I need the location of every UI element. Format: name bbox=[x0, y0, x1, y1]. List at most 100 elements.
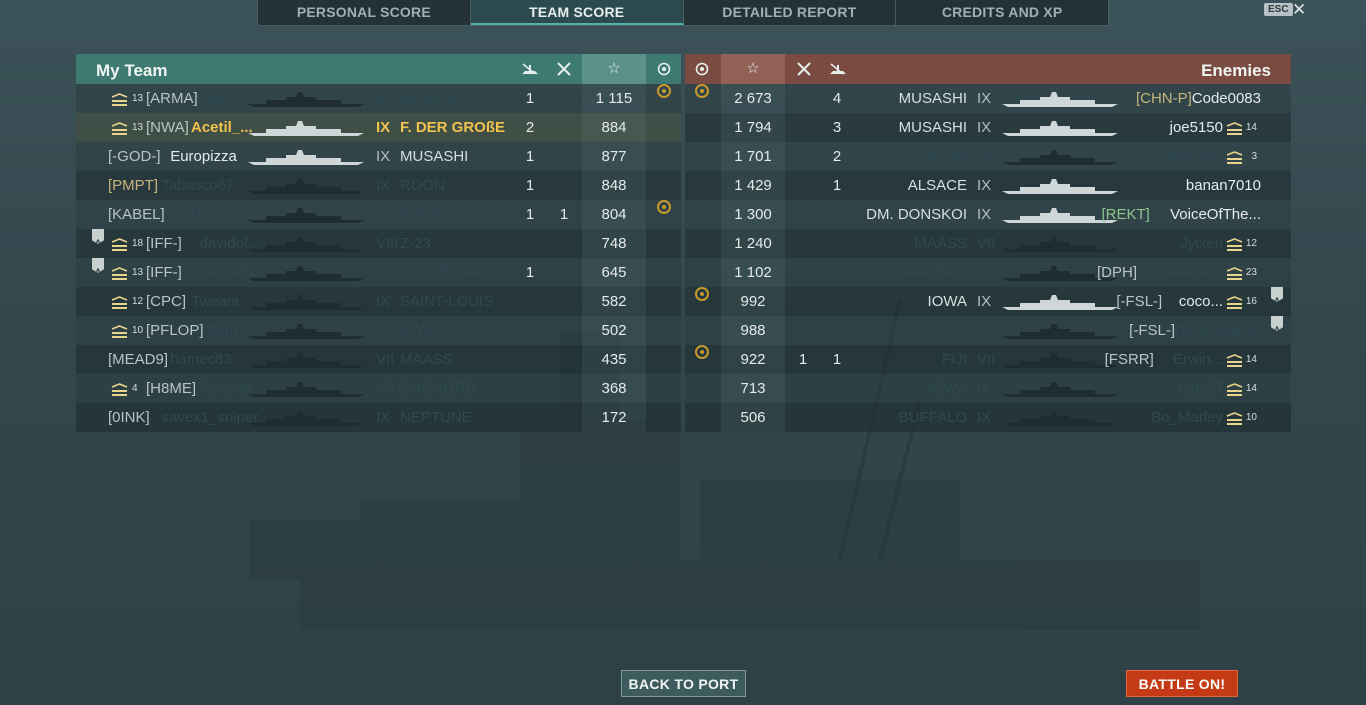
ship-tier: IX bbox=[977, 119, 992, 136]
tab-credits-and-xp[interactable]: CREDITS AND XP bbox=[896, 0, 1108, 25]
ship-name: ROON bbox=[922, 148, 967, 165]
player-name: fiamma91 bbox=[1157, 148, 1223, 165]
ship-tier: IX bbox=[376, 293, 391, 310]
ship-name: MAASS bbox=[914, 235, 967, 252]
player-rank: 16 bbox=[1245, 296, 1257, 307]
ship-silhouette-icon bbox=[1002, 295, 1118, 310]
ship-name: Z-23 bbox=[400, 235, 431, 252]
base-xp: 172 bbox=[582, 403, 646, 432]
ship-silhouette-icon bbox=[1002, 353, 1118, 368]
player-row[interactable]: [KABEL] Un1kZ IX IOWA 1 1 804 bbox=[76, 200, 681, 229]
player-row[interactable]: 922 1 1 FIJI VII 14 Erwin... [FSRR] bbox=[685, 345, 1291, 374]
ship-silhouette-icon bbox=[248, 237, 364, 252]
player-row[interactable]: 1 102 KAGERO VIII 23 ferkofr... [DPH] bbox=[685, 258, 1291, 287]
my-team-rows: 13 [ARMA] Tige... IX ALSACE 1 1 115 13 [NWA] Acet… bbox=[76, 84, 681, 432]
ship-tier: IX bbox=[977, 148, 992, 165]
base-xp: 804 bbox=[582, 200, 646, 229]
rank-chevron-icon bbox=[111, 238, 128, 251]
player-row[interactable]: 13 [NWA] Acetil_... IX F. DER GROßE 2 884 bbox=[76, 113, 681, 142]
ship-silhouette-icon bbox=[1002, 150, 1118, 165]
rank-chevron-icon bbox=[1226, 151, 1243, 164]
base-xp: 988 bbox=[721, 316, 785, 345]
player-row[interactable]: 1 794 3 MUSASHI IX 14 joe5150 bbox=[685, 113, 1291, 142]
clan-tag: [PMPT] bbox=[108, 177, 159, 194]
ship-name: NEPTUNE bbox=[400, 409, 472, 426]
ship-tier: VII bbox=[376, 351, 395, 368]
player-row[interactable]: A 13 [IFF-] sensei66 VIII CLEVELAND 1 645 bbox=[76, 258, 681, 287]
player-rank: 10 bbox=[132, 325, 144, 336]
player-row[interactable]: 1 240 MAASS VII 12 Jyixen bbox=[685, 229, 1291, 258]
player-row[interactable]: 988 ATAGO VIII A DeMoNlak38 [-FSL-] bbox=[685, 316, 1291, 345]
player-row[interactable]: A 18 [IFF-] davidof... VIII Z-23 748 bbox=[76, 229, 681, 258]
ships-destroyed: 2 bbox=[525, 119, 535, 136]
ship-tier: VIII bbox=[376, 235, 399, 252]
back-to-port-button[interactable]: BACK TO PORT bbox=[621, 670, 746, 697]
base-xp: 506 bbox=[721, 403, 785, 432]
clan-tag: [0INK] bbox=[108, 409, 150, 426]
player-row[interactable]: [-GOD-] Europizza IX MUSASHI 1 877 bbox=[76, 142, 681, 171]
base-xp: 1 429 bbox=[721, 171, 785, 200]
player-name: tedy57 bbox=[1177, 380, 1223, 397]
player-name: DeMoNlak38 bbox=[1174, 322, 1261, 339]
base-xp: 713 bbox=[721, 374, 785, 403]
player-row[interactable]: [0INK] savex1_sniper IX NEPTUNE 172 bbox=[76, 403, 681, 432]
medal-icon bbox=[657, 84, 671, 98]
base-xp: 2 673 bbox=[721, 84, 785, 113]
ship-silhouette-icon bbox=[248, 411, 364, 426]
base-xp: 992 bbox=[721, 287, 785, 316]
close-icon[interactable]: ✕ bbox=[1292, 0, 1306, 20]
player-row[interactable]: 13 [ARMA] Tige... IX ALSACE 1 1 115 bbox=[76, 84, 681, 113]
player-row[interactable]: [MEAD9] hamec83 VII MAASS 435 bbox=[76, 345, 681, 374]
tab-personal-score[interactable]: PERSONAL SCORE bbox=[258, 0, 471, 25]
ships-destroyed: 2 bbox=[832, 148, 842, 165]
ship-tier: VIII bbox=[376, 264, 399, 281]
ship-tier: VII bbox=[977, 351, 996, 368]
player-row[interactable]: 713 IOWA IX 14 tedy57 bbox=[685, 374, 1291, 403]
ship-tier: IX bbox=[376, 119, 391, 136]
player-rank: 13 bbox=[132, 267, 144, 278]
player-name: Item... bbox=[208, 322, 250, 339]
tab-detailed-report[interactable]: DETAILED REPORT bbox=[684, 0, 897, 25]
player-name: Europizza bbox=[170, 148, 237, 165]
player-row[interactable]: 1 701 2 ROON IX 3 fiamma91 bbox=[685, 142, 1291, 171]
battle-on-button[interactable]: BATTLE ON! bbox=[1126, 670, 1238, 697]
ship-tier: VIII bbox=[977, 264, 1000, 281]
player-row[interactable]: 2 673 4 MUSASHI IX Code0083 [CHN-P] bbox=[685, 84, 1291, 113]
ship-name: IOWA bbox=[927, 293, 967, 310]
medal-icon bbox=[695, 345, 709, 359]
player-name: Erwin... bbox=[1172, 351, 1223, 368]
ship-silhouette-icon bbox=[1002, 382, 1118, 397]
planes-destroyed: 1 bbox=[559, 206, 569, 223]
division-badge: A bbox=[92, 258, 104, 273]
player-row[interactable]: 992 IOWA IX A 16 coco... [-FSL-] bbox=[685, 287, 1291, 316]
ship-silhouette-icon bbox=[248, 295, 364, 310]
ship-silhouette-icon bbox=[248, 324, 364, 339]
medal-column-icon bbox=[685, 54, 719, 84]
player-name: Tige... bbox=[199, 90, 241, 107]
ship-name: ALSACE bbox=[400, 90, 460, 107]
player-row[interactable]: [PMPT] Tabasco67 IX ROON 1 848 bbox=[76, 171, 681, 200]
player-row[interactable]: 1 300 DM. DONSKOI IX VoiceOfThe... [REKT] bbox=[685, 200, 1291, 229]
ships-destroyed: 1 bbox=[525, 264, 535, 281]
ship-tier: VII bbox=[977, 235, 996, 252]
player-row[interactable]: 10 [PFLOP] Item... IX IOWA 502 bbox=[76, 316, 681, 345]
player-name: coco... bbox=[1178, 293, 1223, 310]
base-xp: 435 bbox=[582, 345, 646, 374]
player-row[interactable]: 4 [H8ME] Pyrome VII SHCHORS 368 bbox=[76, 374, 681, 403]
division-badge: A bbox=[1271, 316, 1283, 331]
player-row[interactable]: 1 429 1 ALSACE IX banan7010 bbox=[685, 171, 1291, 200]
player-name: VoiceOfThe... bbox=[1170, 206, 1261, 223]
ship-silhouette-icon bbox=[1002, 92, 1118, 107]
player-name: joe5150 bbox=[1169, 119, 1223, 136]
rank-chevron-icon bbox=[1226, 267, 1243, 280]
ship-name: BUFFALO bbox=[898, 409, 967, 426]
tab-team-score[interactable]: TEAM SCORE bbox=[470, 0, 684, 25]
player-row[interactable]: 12 [CPC] Tweani IX SAINT-LOUIS 582 bbox=[76, 287, 681, 316]
rank-chevron-icon bbox=[1226, 122, 1243, 135]
player-name: banan7010 bbox=[1185, 177, 1261, 194]
player-row[interactable]: 506 BUFFALO IX 10 Bo_Marley bbox=[685, 403, 1291, 432]
player-rank: 23 bbox=[1245, 267, 1257, 278]
my-team-panel: My Team ☆ 13 [ARMA] Tige... IX ALSACE 1 1 115 1… bbox=[76, 54, 681, 432]
ship-tier: IX bbox=[977, 90, 992, 107]
ship-name: DM. DONSKOI bbox=[866, 206, 967, 223]
